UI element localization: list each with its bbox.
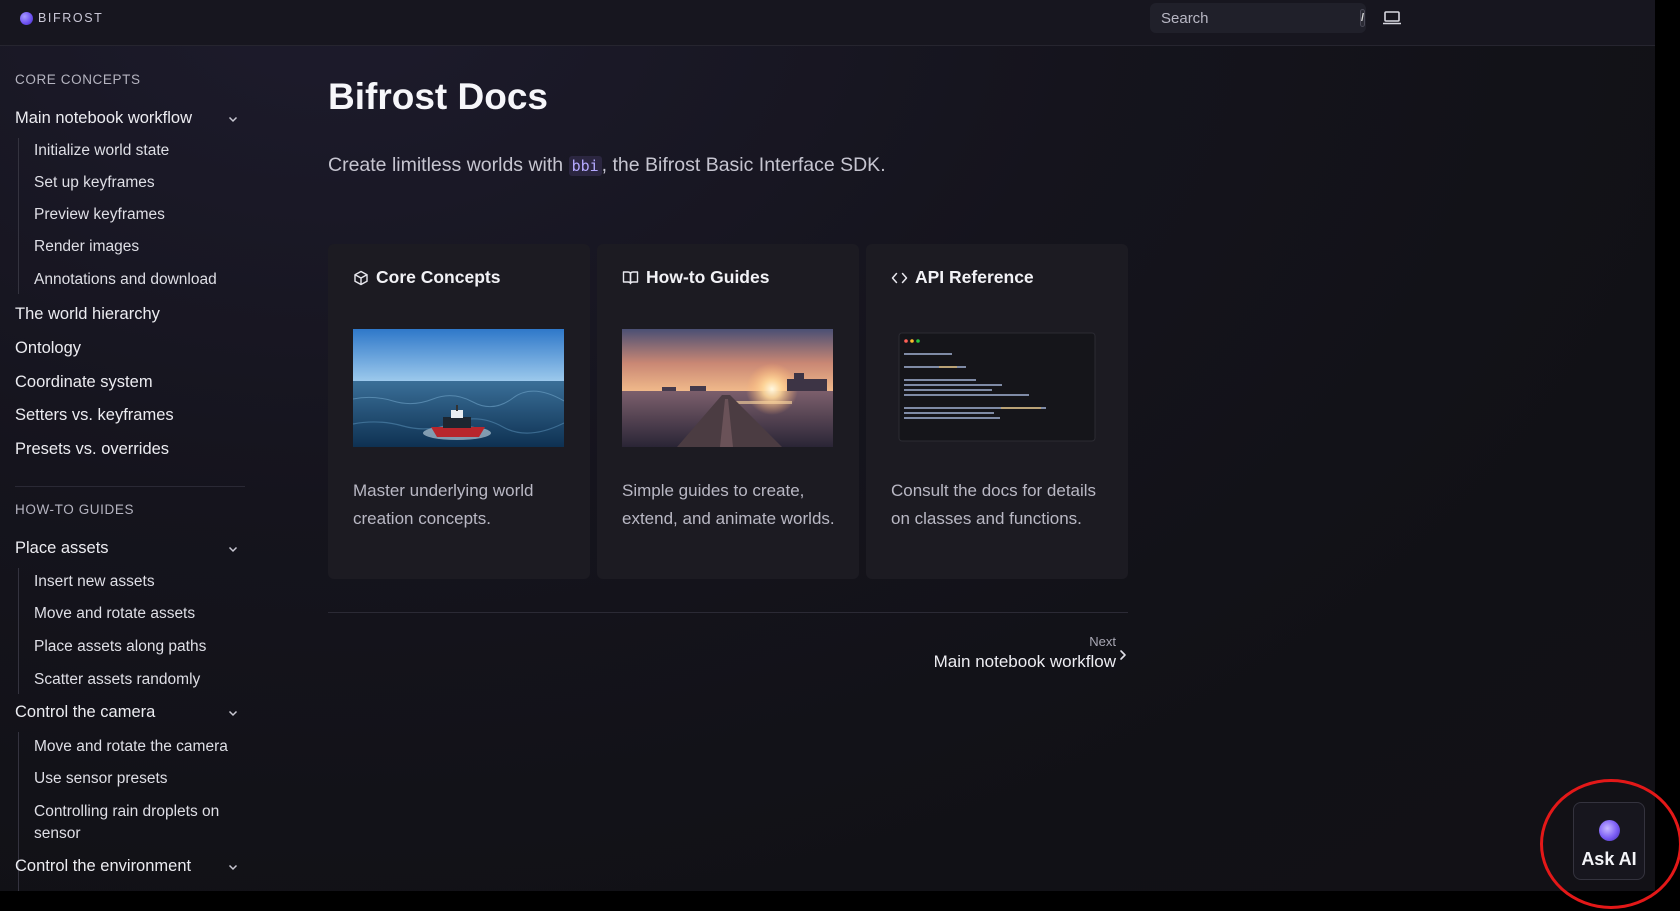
card-description: Master underlying world creation concept… xyxy=(353,481,534,528)
card-image-code-snippet xyxy=(891,329,1102,447)
chevron-down-icon[interactable] xyxy=(227,113,239,125)
search-shortcut-key: / xyxy=(1360,9,1366,27)
inline-code-bbi: bbi xyxy=(568,156,602,176)
card-header: API Reference xyxy=(891,267,1034,288)
sidebar-item-world-hierarchy[interactable]: The world hierarchy xyxy=(15,305,160,324)
docs-viewport: BIFROST / CORE CONCEPTS Main notebook wo… xyxy=(0,0,1655,891)
card-image-sunset-ship xyxy=(622,329,833,447)
card-title: API Reference xyxy=(915,267,1034,287)
top-bar: BIFROST / xyxy=(0,0,1655,46)
next-label: Next xyxy=(1089,634,1116,649)
sidebar-item-scatter-assets-randomly[interactable]: Scatter assets randomly xyxy=(34,669,200,691)
chevron-right-icon[interactable] xyxy=(1118,649,1128,661)
sidebar-divider xyxy=(15,486,245,487)
logo[interactable]: BIFROST xyxy=(20,11,103,25)
book-icon xyxy=(622,271,639,285)
sidebar-item-setters-vs-keyframes[interactable]: Setters vs. keyframes xyxy=(15,406,174,425)
sidebar-item-place-assets-along-paths[interactable]: Place assets along paths xyxy=(34,636,206,658)
section-title-how-to-guides: HOW-TO GUIDES xyxy=(15,502,135,517)
sidebar-item-annotations-and-download[interactable]: Annotations and download xyxy=(34,269,217,291)
ai-orb-icon xyxy=(1599,820,1620,841)
sidebar-item-controlling-rain-droplets[interactable]: Controlling rain droplets on sensor xyxy=(34,801,244,845)
chevron-down-icon[interactable] xyxy=(227,861,239,873)
display-mode-icon[interactable] xyxy=(1382,9,1402,26)
sidebar-item-place-assets[interactable]: Place assets xyxy=(15,539,109,558)
search-box[interactable]: / xyxy=(1150,3,1366,33)
subtitle-text-before: Create limitless worlds with xyxy=(328,154,569,176)
sidebar-item-set-up-keyframes[interactable]: Set up keyframes xyxy=(34,172,155,194)
sidebar-item-move-and-rotate-assets[interactable]: Move and rotate assets xyxy=(34,603,195,625)
search-input[interactable] xyxy=(1161,9,1360,27)
card-header: How-to Guides xyxy=(622,267,769,288)
sidebar-item-render-images[interactable]: Render images xyxy=(34,236,139,258)
sidebar-nav: CORE CONCEPTS Main notebook workflow Ini… xyxy=(0,46,260,891)
card-api-reference[interactable]: API Reference Consult the docs for detai… xyxy=(866,244,1128,579)
card-core-concepts[interactable]: Core Concepts Master underlying world cr… xyxy=(328,244,590,579)
sidebar-item-ontology[interactable]: Ontology xyxy=(15,339,81,358)
sidebar-item-presets-vs-overrides[interactable]: Presets vs. overrides xyxy=(15,440,169,459)
sidebar-item-coordinate-system[interactable]: Coordinate system xyxy=(15,373,153,392)
next-page-link[interactable]: Next Main notebook workflow xyxy=(888,634,1116,672)
card-header: Core Concepts xyxy=(353,267,500,288)
sidebar-item-use-sensor-presets[interactable]: Use sensor presets xyxy=(34,768,168,790)
card-how-to-guides[interactable]: How-to Guides Simple guides to create, e… xyxy=(597,244,859,579)
card-description: Consult the docs for details on classes … xyxy=(891,481,1097,528)
card-description: Simple guides to create, extend, and ani… xyxy=(622,481,835,528)
logo-orb-icon xyxy=(20,11,33,25)
code-icon xyxy=(891,272,908,283)
sidebar-item-main-notebook-workflow[interactable]: Main notebook workflow xyxy=(15,109,192,128)
page-title: Bifrost Docs xyxy=(328,76,548,117)
subnav-rule xyxy=(18,568,19,694)
logo-text: BIFROST xyxy=(38,11,104,25)
sidebar-item-insert-new-assets[interactable]: Insert new assets xyxy=(34,571,155,593)
cube-icon xyxy=(354,270,368,285)
next-title: Main notebook workflow xyxy=(933,652,1116,671)
card-title: How-to Guides xyxy=(646,267,770,287)
card-title: Core Concepts xyxy=(376,267,501,287)
sidebar-item-control-the-environment[interactable]: Control the environment xyxy=(15,857,191,876)
subnav-rule xyxy=(18,138,19,294)
sidebar-item-initialize-world-state[interactable]: Initialize world state xyxy=(34,140,169,162)
sidebar-item-preview-keyframes[interactable]: Preview keyframes xyxy=(34,204,165,226)
ask-ai-button[interactable]: Ask AI xyxy=(1573,802,1645,880)
card-image-ocean-tugboat xyxy=(353,329,564,447)
section-title-core-concepts: CORE CONCEPTS xyxy=(15,72,141,87)
subtitle-text-after: , the Bifrost Basic Interface SDK. xyxy=(601,154,886,176)
sidebar-item-control-the-camera[interactable]: Control the camera xyxy=(15,703,155,722)
page-subtitle: Create limitless worlds with bbi, the Bi… xyxy=(328,154,886,177)
sidebar-item-move-and-rotate-the-camera[interactable]: Move and rotate the camera xyxy=(34,736,228,758)
content-divider xyxy=(328,612,1128,613)
ask-ai-label: Ask AI xyxy=(1581,849,1637,869)
chevron-down-icon[interactable] xyxy=(227,707,239,719)
chevron-down-icon[interactable] xyxy=(227,543,239,555)
